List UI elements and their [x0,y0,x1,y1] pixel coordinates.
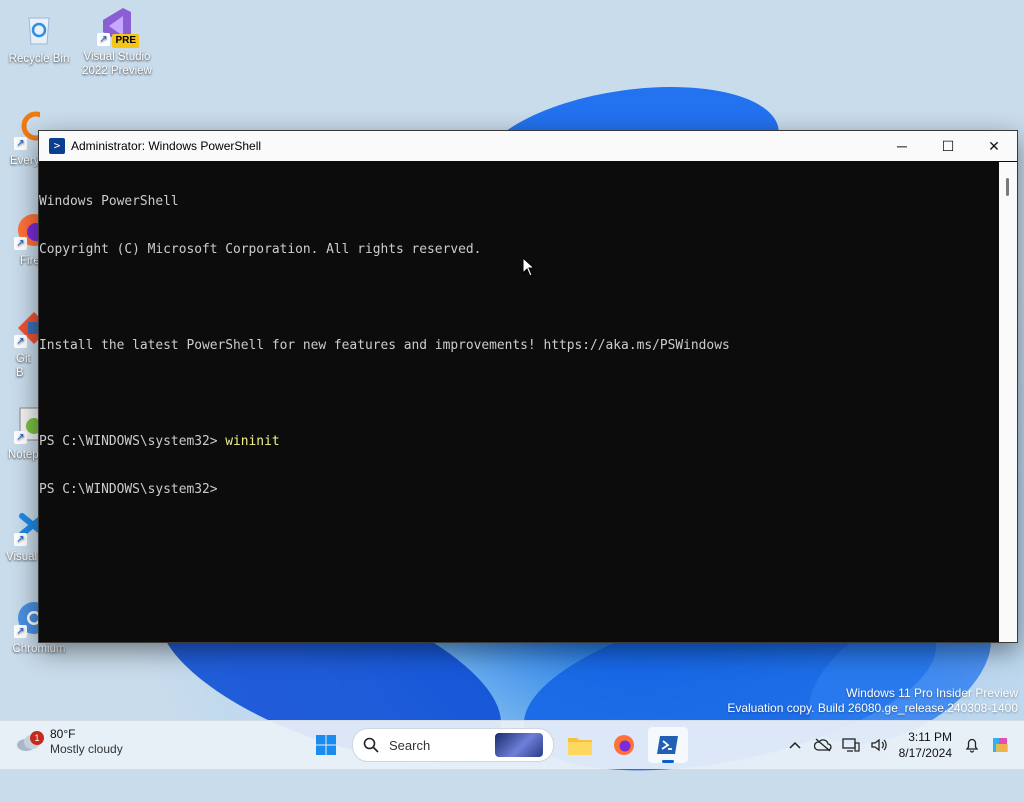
watermark-line: Windows 11 Pro Insider Preview [846,686,1018,700]
clock-date: 8/17/2024 [898,746,952,760]
search-highlight-image [495,733,543,757]
watermark-line: Evaluation copy. Build 26080.ge_release.… [727,701,1018,715]
prompt: PS C:\WINDOWS\system32> [39,434,226,449]
vscode-icon: ↗ [14,506,40,546]
console-prompt-line[interactable]: PS C:\WINDOWS\system32> [39,482,999,498]
notepad-plus-icon: ↗ [14,404,40,444]
desktop-icon-label: Visual Studio 2022 Preview [82,51,152,77]
powershell-icon: > [49,138,65,154]
taskbar-file-explorer[interactable] [560,727,600,763]
taskbar-firefox[interactable] [604,727,644,763]
shortcut-arrow-icon: ↗ [14,533,27,546]
console-line: Copyright (C) Microsoft Corporation. All… [39,242,482,257]
desktop-icon-label: Notep [8,449,39,461]
preview-badge: PRE [112,34,139,48]
powershell-icon [657,736,678,754]
console-line: Windows PowerShell [39,194,179,209]
copilot-icon[interactable] [986,731,1014,759]
shortcut-arrow-icon: ↗ [14,237,27,250]
window-title: Administrator: Windows PowerShell [71,139,262,153]
shortcut-arrow-icon: ↗ [97,33,110,46]
desktop-icon-recycle-bin[interactable]: Recycle Bin [0,8,78,66]
volume-icon[interactable] [865,731,893,759]
console-output[interactable]: Windows PowerShell Copyright (C) Microso… [39,162,999,642]
scrollbar-thumb[interactable] [1006,178,1009,196]
console-line: Install the latest PowerShell for new fe… [39,338,730,353]
cloudy-weather-icon: 1 [16,731,44,751]
desktop-icon-git-bash[interactable]: ↗ Git B [0,308,40,380]
firefox-icon: ↗ [14,210,40,250]
desktop-icon-label: Fire [20,255,40,267]
vertical-scrollbar[interactable] [999,162,1017,642]
desktop-icon-vscode[interactable]: ↗ Visual Co [0,506,40,564]
desktop-icon-notepad[interactable]: ↗ Notep [0,404,40,462]
network-icon[interactable] [837,731,865,759]
desktop-icon-label: Git B [16,353,31,379]
file-explorer-icon [568,738,592,755]
git-bash-icon: ↗ [14,308,40,348]
chevron-up-icon[interactable] [781,731,809,759]
start-button[interactable] [306,727,346,763]
clock-time: 3:11 PM [908,730,952,744]
taskbar-search-box[interactable]: Search [352,728,554,762]
weather-temperature: 80°F [50,727,76,741]
windows-start-icon [316,735,336,755]
evaluation-watermark: Windows 11 Pro Insider Preview Evaluatio… [727,686,1018,716]
powershell-window[interactable]: > Administrator: Windows PowerShell ─ ☐ … [38,130,1018,643]
maximize-button[interactable]: ☐ [925,131,971,161]
shortcut-arrow-icon: ↗ [14,431,27,444]
mouse-pointer-icon [522,256,536,282]
command-text: wininit [225,434,280,449]
shortcut-arrow-icon: ↗ [14,137,27,150]
weather-condition: Mostly cloudy [50,742,123,756]
visual-studio-icon: PRE ↗ [97,6,139,48]
weather-widget[interactable]: 1 80°F Mostly cloudy [16,727,123,757]
firefox-icon [614,735,634,755]
recycle-bin-icon [19,8,59,48]
shortcut-arrow-icon: ↗ [14,335,27,348]
desktop-icon-label: Chromium [12,643,66,655]
prompt: PS C:\WINDOWS\system32> [39,482,218,497]
notification-badge: 1 [30,731,44,745]
desktop-icon-label: Recycle Bin [8,53,70,65]
close-button[interactable]: ✕ [971,131,1017,161]
minimize-button[interactable]: ─ [879,131,925,161]
notification-bell-icon[interactable] [958,731,986,759]
shortcut-arrow-icon: ↗ [14,625,27,638]
taskbar-powershell[interactable] [648,727,688,763]
taskbar-apps: Search [304,727,690,763]
console-prompt-line: PS C:\WINDOWS\system32> wininit [39,434,999,450]
active-app-indicator [662,760,674,763]
desktop-icon-label: Every [10,155,40,167]
search-placeholder: Search [389,737,431,753]
window-titlebar[interactable]: > Administrator: Windows PowerShell ─ ☐ … [39,131,1017,161]
desktop-icon-firefox[interactable]: ↗ Fire [0,210,40,268]
taskbar: 1 80°F Mostly cloudy Search 3:11 PM 8/17… [0,720,1024,769]
everything-search-icon: ↗ [14,110,40,150]
system-tray: 3:11 PM 8/17/2024 [781,721,1024,769]
desktop-icon-visual-studio[interactable]: PRE ↗ Visual Studio 2022 Preview [78,6,156,78]
desktop-icon-everything[interactable]: ↗ Every [0,110,40,168]
taskbar-clock[interactable]: 3:11 PM 8/17/2024 [899,729,952,761]
search-icon [363,737,379,753]
desktop-icon-label: Visual Co [6,551,40,563]
onedrive-offline-icon[interactable] [809,731,837,759]
